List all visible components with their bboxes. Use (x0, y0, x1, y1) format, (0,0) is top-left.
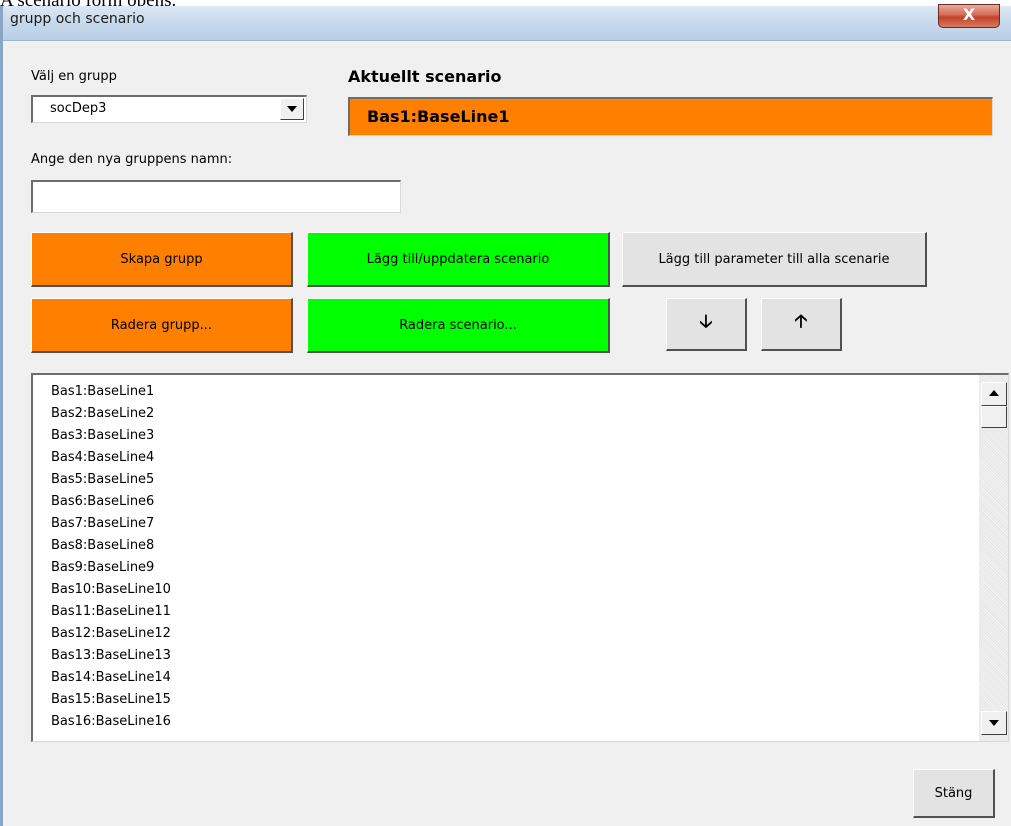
list-item[interactable]: Bas3:BaseLine3 (51, 425, 171, 447)
list-item[interactable]: Bas4:BaseLine4 (51, 447, 171, 469)
chevron-down-icon (287, 106, 297, 112)
add-parameter-all-scenarios-button[interactable]: Lägg till parameter till alla scenarie (622, 232, 927, 287)
scenario-list-items: Bas1:BaseLine1 Bas2:BaseLine2 Bas3:BaseLin… (51, 381, 171, 733)
list-item[interactable]: Bas11:BaseLine11 (51, 601, 171, 623)
current-scenario-label: Aktuellt scenario (348, 67, 502, 86)
list-item[interactable]: Bas10:BaseLine10 (51, 579, 171, 601)
scenario-list-scrollbar[interactable] (979, 375, 1008, 741)
group-select-dropdown-button[interactable] (280, 98, 304, 120)
delete-group-button[interactable]: Radera grupp... (31, 298, 293, 353)
scenario-listbox[interactable]: Bas1:BaseLine1 Bas2:BaseLine2 Bas3:BaseLin… (31, 373, 1009, 742)
group-select-value: socDep3 (50, 101, 107, 116)
list-item[interactable]: Bas5:BaseLine5 (51, 469, 171, 491)
window-title: grupp och scenario (10, 11, 145, 27)
list-item[interactable]: Bas13:BaseLine13 (51, 645, 171, 667)
new-group-label: Ange den nya gruppens namn: (31, 152, 233, 167)
scroll-thumb[interactable] (981, 406, 1007, 428)
list-item[interactable]: Bas12:BaseLine12 (51, 623, 171, 645)
list-item[interactable]: Bas7:BaseLine7 (51, 513, 171, 535)
list-item[interactable]: Bas9:BaseLine9 (51, 557, 171, 579)
list-item[interactable]: Bas2:BaseLine2 (51, 403, 171, 425)
scroll-down-icon (989, 720, 999, 726)
list-item[interactable]: Bas1:BaseLine1 (51, 381, 171, 403)
current-scenario-display: Bas1:BaseLine1 (348, 97, 993, 136)
list-item[interactable]: Bas15:BaseLine15 (51, 689, 171, 711)
group-select[interactable]: socDep3 (31, 95, 307, 123)
list-item[interactable]: Bas8:BaseLine8 (51, 535, 171, 557)
delete-scenario-button[interactable]: Radera scenario... (307, 298, 610, 353)
scroll-up-icon (989, 390, 999, 396)
move-down-button[interactable]: 🡣 (666, 298, 747, 351)
title-bar[interactable]: grupp och scenario X (3, 4, 1011, 41)
create-group-button[interactable]: Skapa grupp (31, 232, 293, 287)
add-update-scenario-button[interactable]: Lägg till/uppdatera scenario (307, 232, 610, 287)
scroll-up-button[interactable] (981, 382, 1007, 406)
current-scenario-value: Bas1:BaseLine1 (367, 107, 510, 126)
dialog-window: grupp och scenario X Välj en grupp socDe… (0, 4, 1011, 826)
list-item[interactable]: Bas6:BaseLine6 (51, 491, 171, 513)
new-group-name-input[interactable] (31, 180, 401, 213)
list-item[interactable]: Bas16:BaseLine16 (51, 711, 171, 733)
close-button[interactable]: Stäng (913, 769, 995, 818)
scroll-down-button[interactable] (981, 711, 1007, 735)
move-up-button[interactable]: 🡡 (761, 298, 842, 351)
group-select-label: Välj en grupp (31, 69, 117, 84)
close-icon: X (962, 5, 976, 24)
arrow-up-icon: 🡡 (794, 311, 808, 332)
arrow-down-icon: 🡣 (699, 311, 713, 332)
close-window-button[interactable]: X (938, 4, 1000, 28)
list-item[interactable]: Bas14:BaseLine14 (51, 667, 171, 689)
